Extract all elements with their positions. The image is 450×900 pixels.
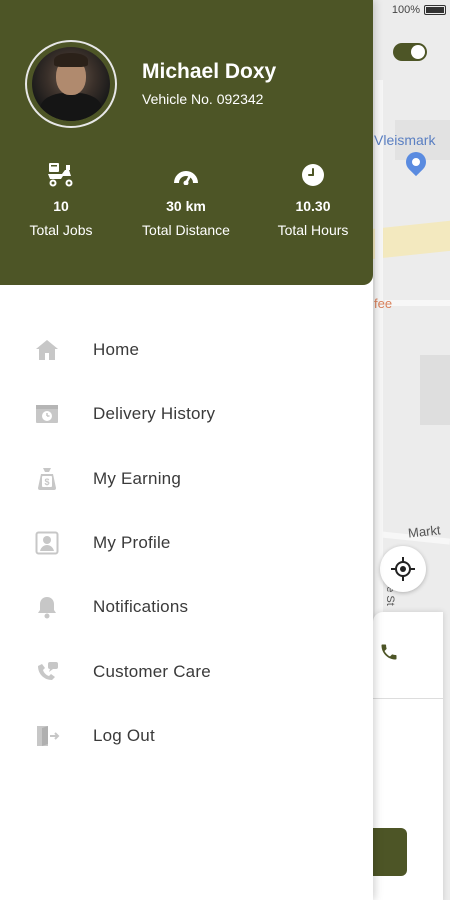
menu-item-my-earning[interactable]: $ My Earning [0, 447, 373, 511]
logout-icon [37, 725, 60, 746]
speedometer-icon [174, 171, 198, 185]
menu-item-home[interactable]: Home [0, 318, 373, 382]
card-action-button[interactable] [373, 828, 407, 876]
menu-item-label: Delivery History [93, 404, 216, 424]
menu-item-label: My Earning [93, 468, 181, 488]
menu-item-delivery-history[interactable]: Delivery History [0, 382, 373, 446]
vehicle-number: Vehicle No. 092342 [142, 91, 264, 107]
avatar-ring[interactable] [25, 40, 117, 128]
svg-text:$: $ [44, 477, 49, 487]
stat-total-distance: 30 km Total Distance [126, 160, 246, 238]
locate-me-button[interactable] [380, 546, 426, 592]
map-road [385, 300, 450, 306]
crosshair-icon [391, 557, 415, 581]
profile-card-icon [35, 531, 59, 555]
drawer-header: Michael Doxy Vehicle No. 092342 10 Total… [0, 0, 373, 285]
menu-item-label: Home [93, 340, 140, 360]
customer-care-icon [38, 661, 58, 680]
money-bag-icon: $ [38, 467, 56, 490]
menu-item-my-profile[interactable]: My Profile [0, 511, 373, 575]
avatar-body [40, 93, 102, 121]
stat-caption: Total Hours [277, 222, 349, 238]
clock-icon [302, 164, 324, 186]
map-building [420, 355, 450, 425]
menu-item-label: Customer Care [93, 661, 211, 681]
menu-item-label: Notifications [93, 597, 189, 617]
drawer-menu: Home Delivery History $ My Earning My Pr… [0, 318, 373, 768]
online-toggle[interactable] [393, 43, 427, 61]
menu-item-label: My Profile [93, 533, 171, 553]
stat-caption: Total Distance [142, 222, 230, 238]
navigation-drawer: Michael Doxy Vehicle No. 092342 10 Total… [0, 0, 373, 900]
order-card[interactable] [373, 612, 443, 900]
stat-caption: Total Jobs [29, 222, 93, 238]
menu-item-log-out[interactable]: Log Out [0, 704, 373, 768]
stat-value: 10 [53, 198, 69, 214]
card-divider [373, 698, 443, 699]
menu-item-customer-care[interactable]: Customer Care [0, 639, 373, 703]
driver-name: Michael Doxy [142, 60, 277, 83]
delivery-history-icon [36, 405, 58, 424]
home-icon [36, 340, 58, 361]
map-place-label: Vleismark [374, 132, 436, 148]
menu-item-notifications[interactable]: Notifications [0, 575, 373, 639]
battery-icon [424, 5, 446, 15]
stat-value: 10.30 [295, 198, 331, 214]
stat-value: 30 km [166, 198, 206, 214]
stat-total-hours: 10.30 Total Hours [253, 160, 373, 238]
avatar [32, 47, 110, 121]
status-bar: 100% [392, 4, 446, 16]
avatar-hair [54, 53, 88, 67]
stat-total-jobs: 10 Total Jobs [1, 160, 121, 238]
delivery-scooter-icon [48, 163, 73, 187]
battery-percent: 100% [391, 4, 420, 16]
map-cafe-label: fee [374, 296, 393, 311]
phone-icon[interactable] [379, 642, 399, 662]
menu-item-label: Log Out [93, 725, 155, 745]
bell-icon [38, 597, 56, 619]
